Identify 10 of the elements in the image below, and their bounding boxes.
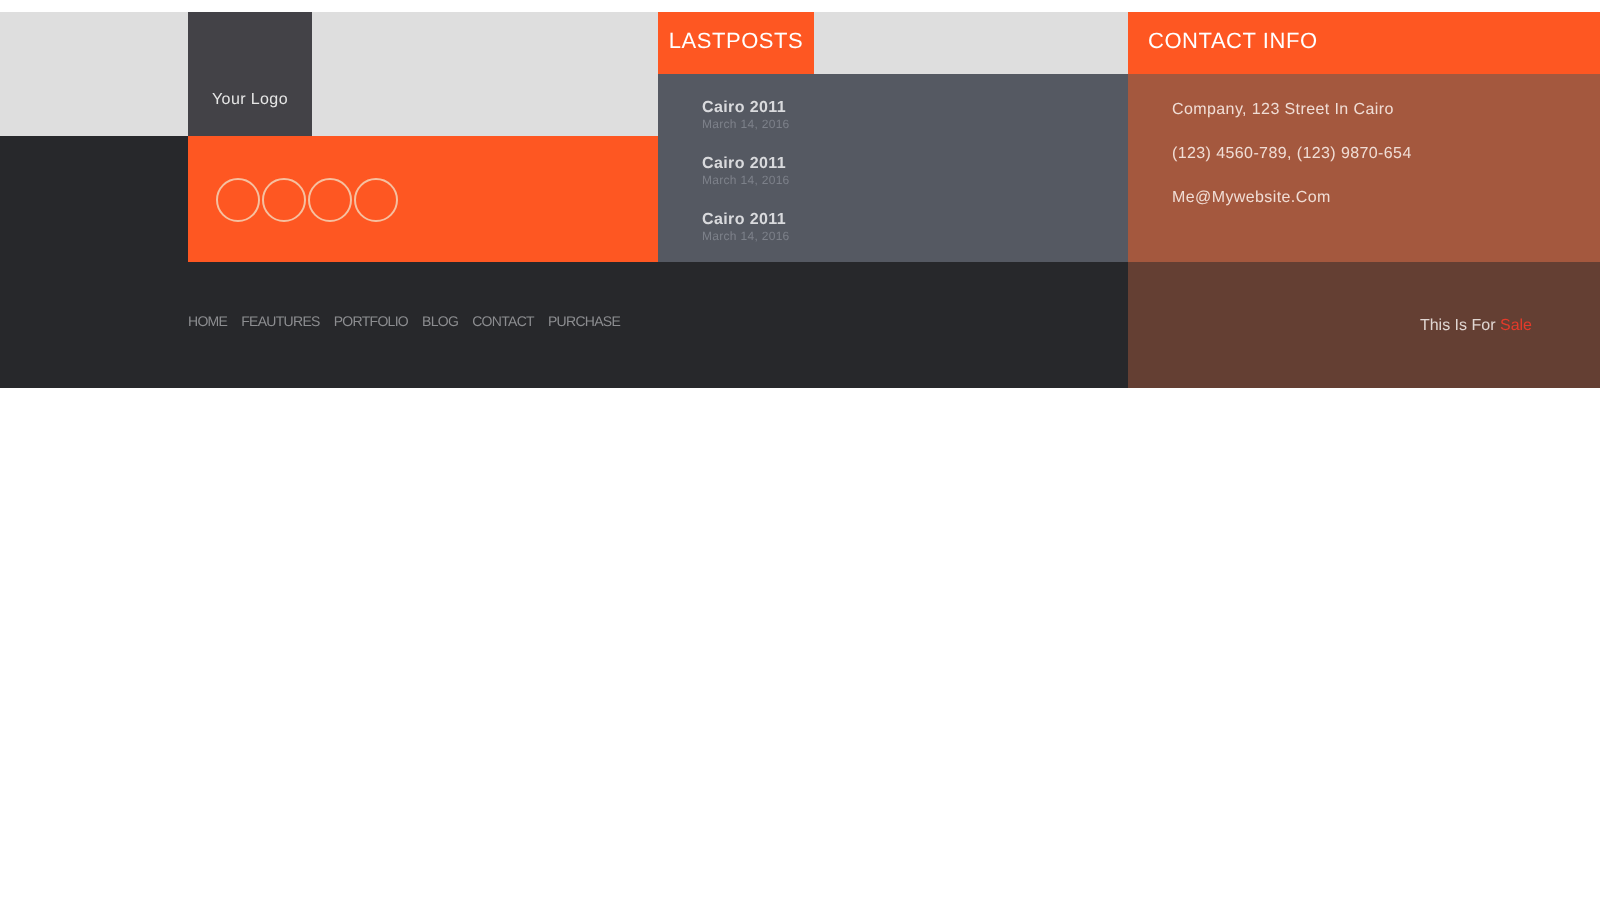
post-title[interactable]: Cairo 2011	[702, 100, 1128, 116]
post-title[interactable]: Cairo 2011	[702, 212, 1128, 228]
contact-line: Me@Mywebsite.Com	[1172, 186, 1333, 210]
contact-line: Company, 123 Street In Cairo	[1172, 98, 1396, 122]
section-heading: CONTACT INFO	[1128, 12, 1600, 74]
section-heading: LASTPOSTS	[658, 12, 814, 74]
credit-text: This Is For Sale	[1419, 313, 1532, 337]
contact-line: (123) 4560-789, (123) 9870-654	[1172, 142, 1414, 166]
logo-text[interactable]: Your Logo	[212, 88, 288, 112]
post-title[interactable]: Cairo 2011	[702, 156, 1128, 172]
